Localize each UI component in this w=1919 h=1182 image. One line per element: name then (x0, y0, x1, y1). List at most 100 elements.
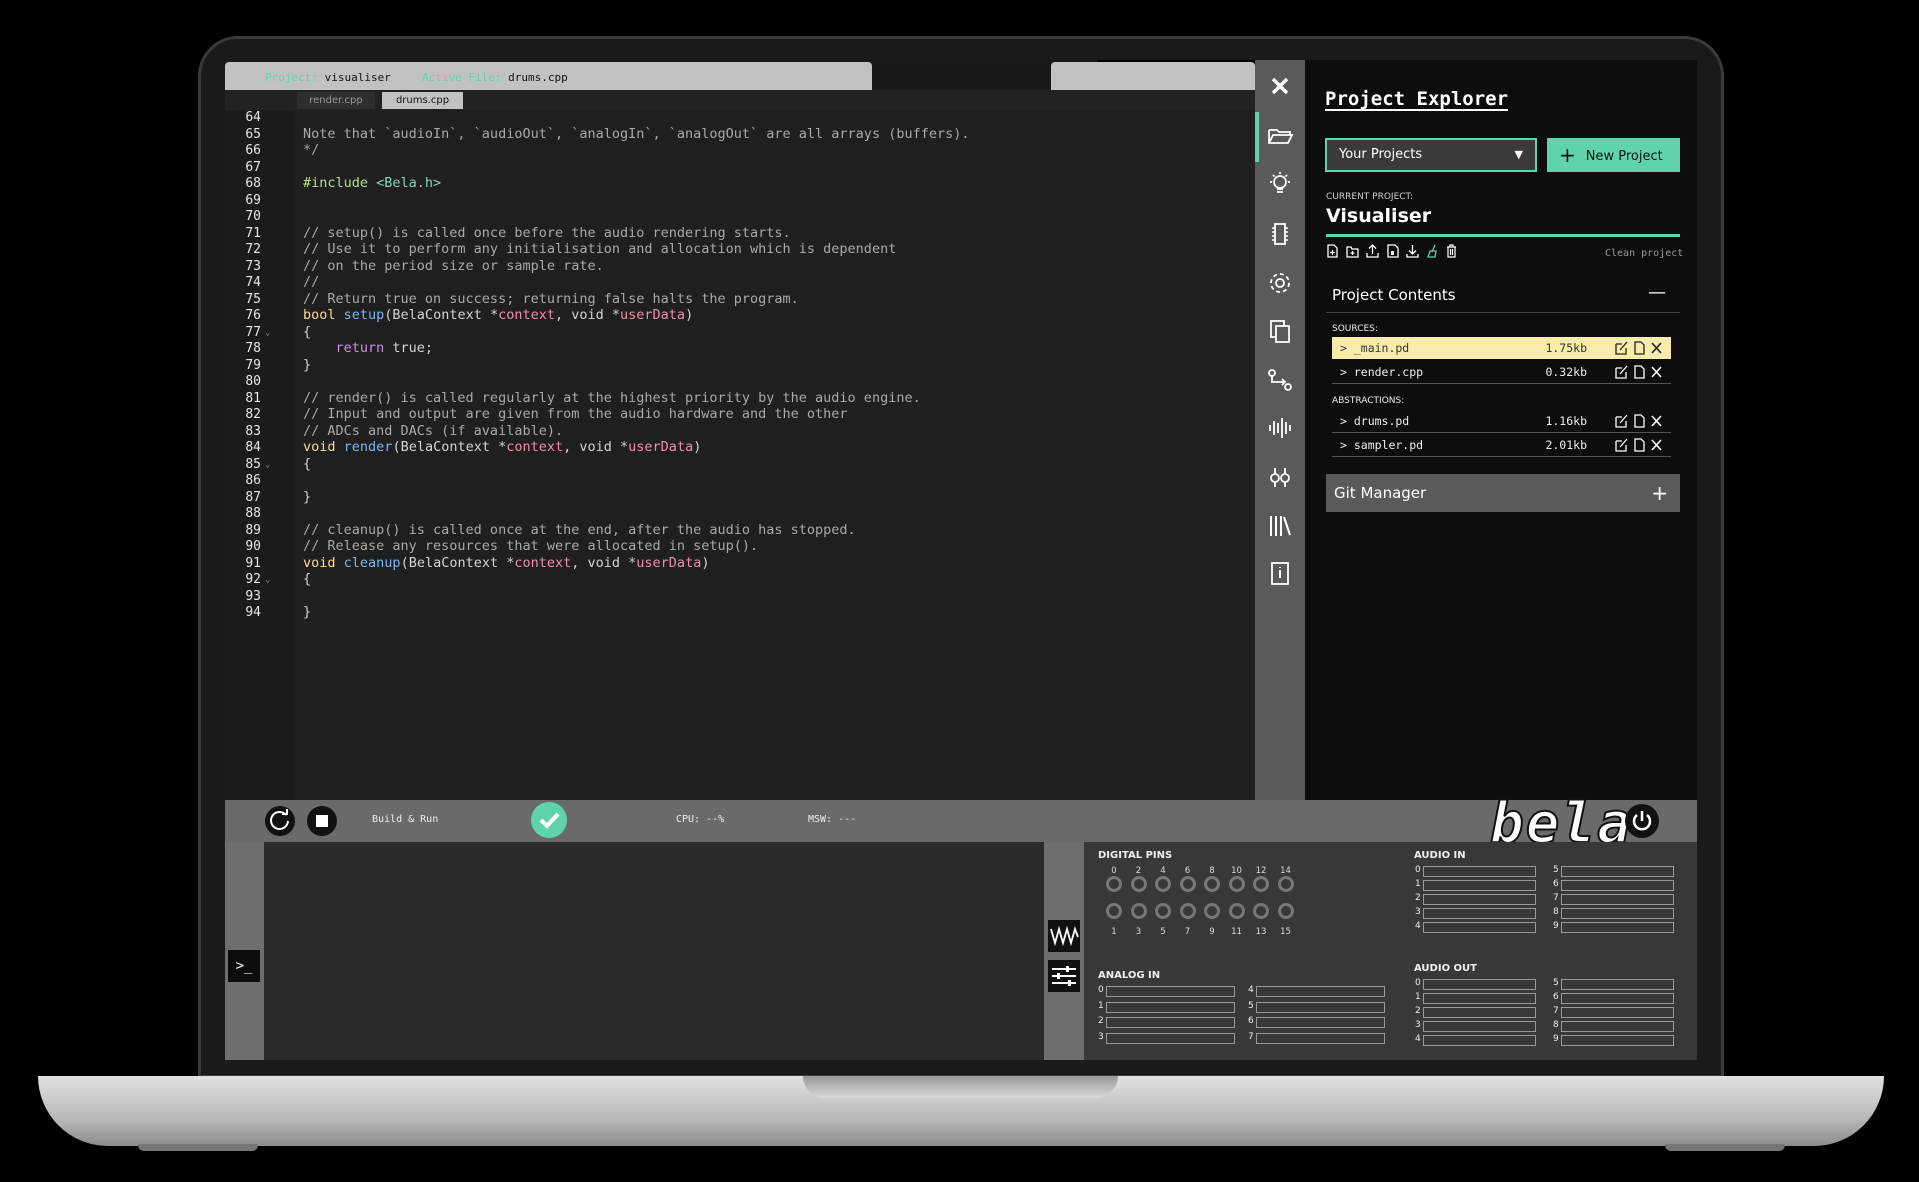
file-row[interactable]: > sampler.pd 2.01kb (1332, 434, 1671, 457)
channel-number: 9 (1553, 1034, 1559, 1044)
tab-render-cpp[interactable]: render.cpp (297, 92, 375, 109)
pin-number: 3 (1135, 927, 1142, 937)
digital-pin[interactable] (1204, 903, 1220, 919)
laptop-foot (138, 1144, 258, 1151)
library-icon[interactable] (1262, 508, 1298, 544)
git-manager-section[interactable]: Git Manager + (1326, 474, 1680, 512)
lightbulb-icon[interactable] (1262, 166, 1298, 202)
pins-icon[interactable] (1262, 459, 1298, 495)
waveform-icon[interactable] (1262, 410, 1298, 446)
channel-number: 7 (1553, 1006, 1559, 1016)
file-actions-icon[interactable] (1614, 414, 1674, 428)
oscilloscope-icon[interactable] (1048, 920, 1080, 952)
digital-pin[interactable] (1277, 903, 1294, 919)
fold-chevron-icon[interactable]: ⌄ (265, 328, 270, 338)
audio-out-meter (1423, 1007, 1536, 1018)
digital-pin[interactable] (1179, 876, 1196, 892)
save-as-icon[interactable] (1386, 244, 1399, 258)
pin-number: 15 (1280, 927, 1291, 937)
line-number: 65 (245, 126, 261, 142)
new-project-button[interactable]: + New Project (1547, 138, 1680, 172)
file-row[interactable]: > drums.pd 1.16kb (1332, 410, 1671, 433)
project-contents-title[interactable]: Project Contents (1332, 286, 1456, 304)
audio-in-meter (1561, 922, 1674, 933)
file-actions-icon[interactable] (1614, 341, 1674, 355)
files-icon[interactable] (1262, 313, 1298, 349)
digital-pin[interactable] (1130, 903, 1147, 919)
upload-icon[interactable] (1366, 244, 1379, 258)
line-number: 77 (245, 324, 261, 340)
file-row[interactable]: > _main.pd 1.75kb (1332, 337, 1671, 359)
audio-in-meter (1423, 866, 1536, 877)
digital-pin[interactable] (1204, 876, 1220, 892)
audio-out-meter (1561, 993, 1674, 1004)
folder-open-icon[interactable] (1262, 118, 1298, 154)
digital-pin[interactable] (1253, 876, 1269, 892)
trash-icon[interactable] (1445, 244, 1458, 258)
digital-pin[interactable] (1155, 903, 1171, 919)
file-actions-icon[interactable] (1614, 365, 1674, 379)
code-line: */ (303, 142, 320, 158)
digital-pin[interactable] (1179, 903, 1196, 919)
fold-chevron-icon[interactable]: ⌄ (265, 460, 270, 470)
clean-project-link[interactable]: Clean project (1605, 248, 1683, 259)
new-file-icon[interactable] (1326, 244, 1339, 258)
pin-number: 9 (1209, 927, 1215, 937)
refresh-button[interactable] (265, 806, 295, 836)
audio-out-meter (1423, 979, 1536, 990)
line-number: 86 (245, 473, 261, 488)
terminal-icon[interactable]: >_ (228, 950, 260, 982)
digital-pin[interactable] (1106, 903, 1122, 919)
channel-number: 3 (1415, 1020, 1421, 1030)
digital-pin[interactable] (1277, 876, 1294, 892)
divider (1326, 312, 1680, 313)
line-number: 70 (245, 209, 261, 224)
code-line: // cleanup() is called once at the end, … (303, 522, 856, 538)
audio-in-meter (1561, 908, 1674, 919)
fold-chevron-icon[interactable]: ⌄ (265, 575, 270, 585)
abstractions-label: ABSTRACTIONS: (1332, 396, 1405, 406)
console-output[interactable] (264, 842, 1044, 1060)
power-button[interactable] (1625, 804, 1659, 838)
sliders-icon[interactable] (1048, 960, 1080, 992)
channel-number: 6 (1248, 1016, 1254, 1026)
download-icon[interactable] (1406, 244, 1419, 258)
build-run-label[interactable]: Build & Run (372, 814, 438, 825)
clean-broom-icon[interactable] (1426, 244, 1439, 258)
digital-pin[interactable] (1228, 876, 1245, 892)
audio-in-meter (1423, 880, 1536, 891)
pin-number: 4 (1160, 866, 1166, 876)
gear-icon[interactable] (1262, 265, 1298, 301)
digital-pin[interactable] (1106, 876, 1122, 892)
new-folder-icon[interactable] (1346, 244, 1359, 258)
stop-button[interactable] (307, 806, 337, 836)
tab-drums-cpp[interactable]: drums.cpp (382, 92, 463, 109)
digital-pin[interactable] (1253, 903, 1269, 919)
info-book-icon[interactable] (1262, 556, 1298, 592)
digital-pin[interactable] (1155, 876, 1171, 892)
channel-number: 2 (1415, 893, 1421, 903)
pipeline-icon[interactable] (1262, 362, 1298, 398)
plus-icon[interactable]: + (1651, 474, 1668, 512)
code-editor[interactable]: Note that `audioIn`, `audioOut`, `analog… (295, 110, 1255, 800)
collapse-icon[interactable]: — (1648, 282, 1666, 303)
line-number: 66 (245, 143, 261, 158)
digital-pin[interactable] (1130, 876, 1147, 892)
file-tabs: render.cpp drums.cpp (225, 90, 1255, 110)
line-number: 83 (245, 423, 261, 439)
status-ok-button[interactable] (531, 802, 567, 838)
line-number: 81 (245, 390, 261, 406)
stop-icon (316, 815, 328, 827)
channel-number: 0 (1415, 978, 1421, 988)
projects-select[interactable]: Your Projects ▼ (1325, 138, 1537, 172)
active-file-label: Active File: drums.cpp (422, 71, 568, 84)
line-number: 84 (245, 440, 261, 455)
digital-pin[interactable] (1228, 903, 1245, 919)
close-icon[interactable] (1262, 68, 1298, 104)
chip-icon[interactable] (1262, 216, 1298, 252)
code-line: // setup() is called once before the aud… (303, 225, 791, 241)
file-row[interactable]: > render.cpp 0.32kb (1332, 361, 1671, 384)
code-line: { (303, 571, 312, 587)
file-actions-icon[interactable] (1614, 438, 1674, 452)
audio-in-meter (1561, 866, 1674, 877)
